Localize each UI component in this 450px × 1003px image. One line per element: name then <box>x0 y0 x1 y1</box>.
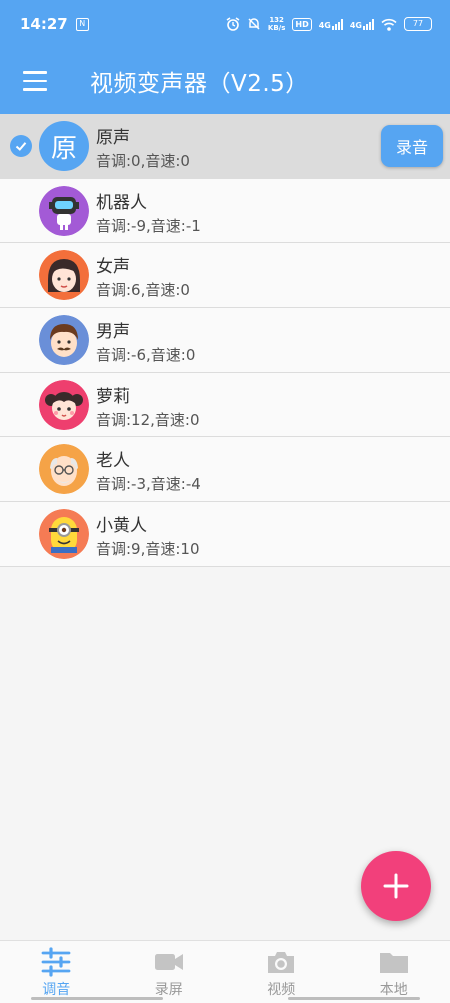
voice-name: 原声 <box>96 128 130 148</box>
sim2-label: 4G <box>349 20 362 30</box>
voice-name: 萝莉 <box>96 386 130 407</box>
notification-icon: N <box>75 17 89 31</box>
camera-icon <box>268 952 295 973</box>
girl-avatar <box>39 379 89 430</box>
add-voice-button[interactable] <box>361 851 431 921</box>
voice-name: 机器人 <box>96 192 147 213</box>
tab-tune[interactable]: 调音 <box>0 941 113 1003</box>
voice-params: 音调:6,音速:0 <box>96 281 190 300</box>
page-title: 视频变声器（V2.5） <box>90 71 309 97</box>
wifi-icon <box>381 18 397 31</box>
signal-sim2-icon: 4G <box>349 18 374 30</box>
status-icons: 132 KB/s HD 4G 4G 77 <box>226 16 432 32</box>
hd-badge: HD <box>292 17 312 31</box>
avatar-char: 原 <box>50 133 77 164</box>
voice-item-male[interactable]: 男声 音调:-6,音速:0 <box>0 308 450 373</box>
voice-item-female[interactable]: 女声 音调:6,音速:0 <box>0 243 450 309</box>
folder-icon <box>379 953 408 973</box>
old-man-avatar <box>39 444 89 495</box>
voice-params: 音调:0,音速:0 <box>96 152 190 170</box>
voice-item-original[interactable]: 原 原声 音调:0,音速:0 录音 <box>0 114 450 179</box>
mute-icon <box>248 18 260 30</box>
hamburger-icon <box>23 68 47 94</box>
original-avatar: 原 <box>39 121 89 171</box>
minion-avatar <box>39 509 89 560</box>
voice-params: 音调:-6,音速:0 <box>96 346 196 365</box>
voice-item-robot[interactable]: 机器人 音调:-9,音速:-1 <box>0 178 450 244</box>
alarm-icon <box>226 17 240 31</box>
check-icon <box>10 135 32 157</box>
voice-item-minion[interactable]: 小黄人 音调:9,音速:10 <box>0 502 450 567</box>
tab-label: 录屏 <box>154 982 183 998</box>
tab-video[interactable]: 视频 <box>225 941 338 1003</box>
voice-list: 原 原声 音调:0,音速:0 录音 机器人 音调:-9,音速:-1 女声 音调:… <box>0 114 450 567</box>
battery-icon: 77 <box>404 17 432 31</box>
voice-params: 音调:12,音速:0 <box>96 410 200 429</box>
status-bar: 14:27 N 132 KB/s HD 4G 4G 77 <box>0 0 450 48</box>
app-bar: 视频变声器（V2.5） <box>0 48 450 114</box>
net-speed-value: 132 <box>269 16 284 24</box>
voice-name: 老人 <box>96 451 130 472</box>
robot-avatar <box>39 185 89 236</box>
tab-screen-record[interactable]: 录屏 <box>113 941 226 1003</box>
tab-label: 视频 <box>267 982 296 998</box>
voice-params: 音调:-9,音速:-1 <box>96 216 201 235</box>
voice-name: 男声 <box>96 322 130 343</box>
voice-params: 音调:-3,音速:-4 <box>96 475 201 494</box>
net-speed: 132 KB/s <box>268 16 285 32</box>
home-indicator <box>31 997 163 1000</box>
voice-item-elder[interactable]: 老人 音调:-3,音速:-4 <box>0 437 450 503</box>
woman-avatar <box>39 250 89 301</box>
video-camera-icon <box>154 954 183 970</box>
net-speed-unit: KB/s <box>267 24 286 32</box>
voice-name: 女声 <box>96 257 130 278</box>
plus-icon <box>383 873 409 899</box>
signal-sim1-icon: 4G <box>318 18 343 30</box>
tab-label: 本地 <box>379 982 408 998</box>
man-avatar <box>39 315 89 366</box>
tab-local[interactable]: 本地 <box>338 941 450 1003</box>
voice-name: 小黄人 <box>96 516 147 537</box>
voice-item-loli[interactable]: 萝莉 音调:12,音速:0 <box>0 372 450 438</box>
status-time: 14:27 <box>20 15 68 33</box>
sim1-label: 4G <box>318 20 331 30</box>
bottom-nav: 调音 录屏 视频 本地 <box>0 940 450 1003</box>
tune-icon <box>41 947 71 977</box>
tab-label: 调音 <box>42 982 71 998</box>
voice-params: 音调:9,音速:10 <box>96 540 200 559</box>
record-button[interactable]: 录音 <box>381 125 443 167</box>
menu-button[interactable] <box>0 48 70 114</box>
home-indicator <box>288 997 420 1000</box>
